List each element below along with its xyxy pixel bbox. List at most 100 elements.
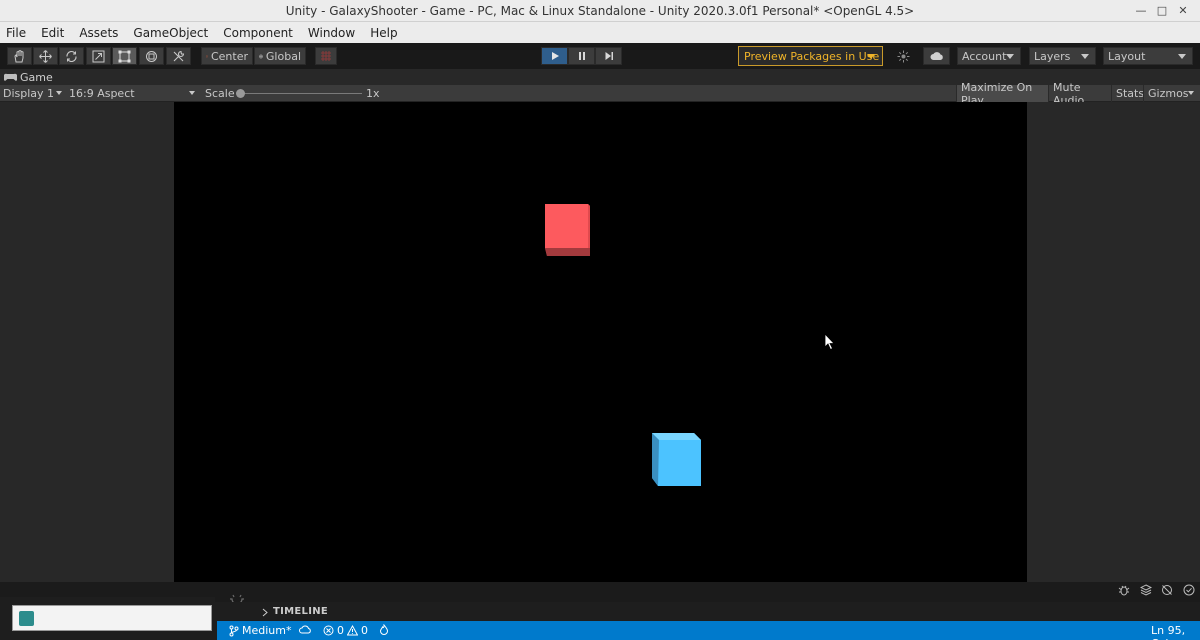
title-bar: Unity - GalaxyShooter - Game - PC, Mac &… xyxy=(0,0,1200,22)
services-button[interactable] xyxy=(891,47,915,65)
layers-dropdown[interactable]: Layers xyxy=(1029,47,1096,65)
rotate-tool-button[interactable] xyxy=(59,47,84,65)
gizmos-label: Gizmos xyxy=(1148,87,1189,100)
chevron-down-icon xyxy=(56,91,62,95)
taskbar-window-preview[interactable] xyxy=(12,605,212,631)
scale-slider-handle[interactable] xyxy=(236,89,245,98)
gamepad-icon xyxy=(4,73,17,81)
cloud-button[interactable] xyxy=(923,47,950,65)
main-toolbar: Center Global Preview Packages in Use Ac… xyxy=(0,43,1200,69)
cloud-sync-icon xyxy=(299,625,311,634)
grid-snap-button[interactable] xyxy=(315,47,337,65)
account-dropdown[interactable]: Account xyxy=(957,47,1021,65)
mute-audio-toggle[interactable]: Mute Audio xyxy=(1048,81,1111,107)
aspect-label: 16:9 Aspect xyxy=(69,87,135,100)
chevron-down-icon xyxy=(189,91,195,95)
transform-tool-button[interactable] xyxy=(139,47,164,65)
timeline-label: TIMELINE xyxy=(273,606,329,617)
rotate-icon xyxy=(66,50,77,62)
hand-tool-button[interactable] xyxy=(7,47,32,65)
flame-status[interactable] xyxy=(379,624,389,635)
menu-gameobject[interactable]: GameObject xyxy=(133,26,208,40)
enemy-cube xyxy=(545,204,590,256)
menu-help[interactable]: Help xyxy=(370,26,397,40)
timeline-section[interactable]: TIMELINE xyxy=(215,602,1200,622)
aspect-dropdown[interactable]: 16:9 Aspect xyxy=(69,86,199,101)
play-icon xyxy=(551,52,559,60)
scale-tool-button[interactable] xyxy=(86,47,111,65)
flame-icon xyxy=(379,624,389,635)
layout-dropdown[interactable]: Layout xyxy=(1103,47,1193,65)
game-view-panel xyxy=(0,102,1200,582)
pause-button[interactable] xyxy=(568,47,595,65)
chevron-down-icon xyxy=(1178,54,1186,59)
layers-label: Layers xyxy=(1034,49,1071,63)
scale-slider-track[interactable] xyxy=(238,93,362,94)
menu-edit[interactable]: Edit xyxy=(41,26,64,40)
layers-stack-icon[interactable] xyxy=(1138,584,1154,600)
move-tool-button[interactable] xyxy=(33,47,58,65)
menu-component[interactable]: Component xyxy=(223,26,293,40)
check-circle-icon[interactable] xyxy=(1181,584,1197,600)
sun-services-icon xyxy=(897,50,909,62)
grid-snap-icon xyxy=(321,51,331,61)
cloud-icon xyxy=(930,52,943,60)
pivot-icon xyxy=(206,55,208,57)
stats-toggle[interactable]: Stats xyxy=(1111,85,1145,102)
stats-label: Stats xyxy=(1116,87,1145,100)
custom-tool-button[interactable] xyxy=(166,47,191,65)
rect-transform-icon xyxy=(118,50,131,62)
preview-packages-dropdown[interactable]: Preview Packages in Use xyxy=(738,46,883,66)
scale-icon xyxy=(92,50,105,62)
account-label: Account xyxy=(962,49,1007,63)
step-button[interactable] xyxy=(595,47,622,65)
display-label: Display 1 xyxy=(3,87,55,100)
cursor-position-status[interactable]: Ln 95, Col xyxy=(1151,624,1200,640)
tab-game-label: Game xyxy=(20,71,53,84)
wrench-icon xyxy=(173,50,185,61)
problems-status[interactable]: 0 0 xyxy=(323,624,368,637)
menu-file[interactable]: File xyxy=(6,26,26,40)
layout-label: Layout xyxy=(1108,49,1146,63)
game-viewport[interactable] xyxy=(174,102,1027,582)
menu-bar: File Edit Assets GameObject Component Wi… xyxy=(0,22,1200,43)
close-icon[interactable]: ✕ xyxy=(1174,2,1192,20)
hand-icon xyxy=(14,49,24,62)
git-branch-status[interactable]: Medium* xyxy=(229,624,291,637)
space-global-button[interactable]: Global xyxy=(254,47,306,65)
rect-tool-button[interactable] xyxy=(112,47,137,65)
step-icon xyxy=(605,52,613,60)
move-arrows-icon xyxy=(39,49,52,63)
error-icon xyxy=(323,625,334,636)
minimize-icon[interactable]: — xyxy=(1132,2,1150,20)
error-count: 0 xyxy=(337,624,344,637)
transform-icon xyxy=(146,50,157,62)
maximize-icon[interactable]: □ xyxy=(1153,2,1171,20)
window-title: Unity - GalaxyShooter - Game - PC, Mac &… xyxy=(285,4,915,18)
debug-bug-icon[interactable] xyxy=(1116,584,1132,600)
chevron-down-icon xyxy=(1006,54,1014,59)
menu-window[interactable]: Window xyxy=(308,26,355,40)
warning-count: 0 xyxy=(361,624,368,637)
maximize-on-play-toggle[interactable]: Maximize On Play xyxy=(956,81,1048,107)
scale-value: 1x xyxy=(366,87,380,100)
pause-icon xyxy=(578,52,585,60)
chevron-right-icon xyxy=(262,608,268,617)
menu-assets[interactable]: Assets xyxy=(79,26,118,40)
network-disabled-icon[interactable] xyxy=(1159,584,1175,600)
pivot-label: Center xyxy=(210,49,248,63)
sync-status[interactable] xyxy=(299,624,311,634)
pivot-center-button[interactable]: Center xyxy=(201,47,253,65)
unity-editor-window: Unity - GalaxyShooter - Game - PC, Mac &… xyxy=(0,0,1200,640)
warning-icon xyxy=(347,625,358,636)
play-button[interactable] xyxy=(541,47,568,65)
tab-game[interactable]: Game xyxy=(4,70,53,85)
game-view-toolbar: Display 1 16:9 Aspect Scale 1x Maximize … xyxy=(0,81,1200,107)
chevron-down-icon xyxy=(1188,91,1194,95)
space-label: Global xyxy=(265,49,301,63)
globe-icon xyxy=(259,54,263,58)
chevron-down-icon xyxy=(1081,54,1089,59)
chevron-down-icon xyxy=(867,54,875,59)
git-branch-icon xyxy=(229,625,239,636)
player-cube xyxy=(652,433,701,486)
